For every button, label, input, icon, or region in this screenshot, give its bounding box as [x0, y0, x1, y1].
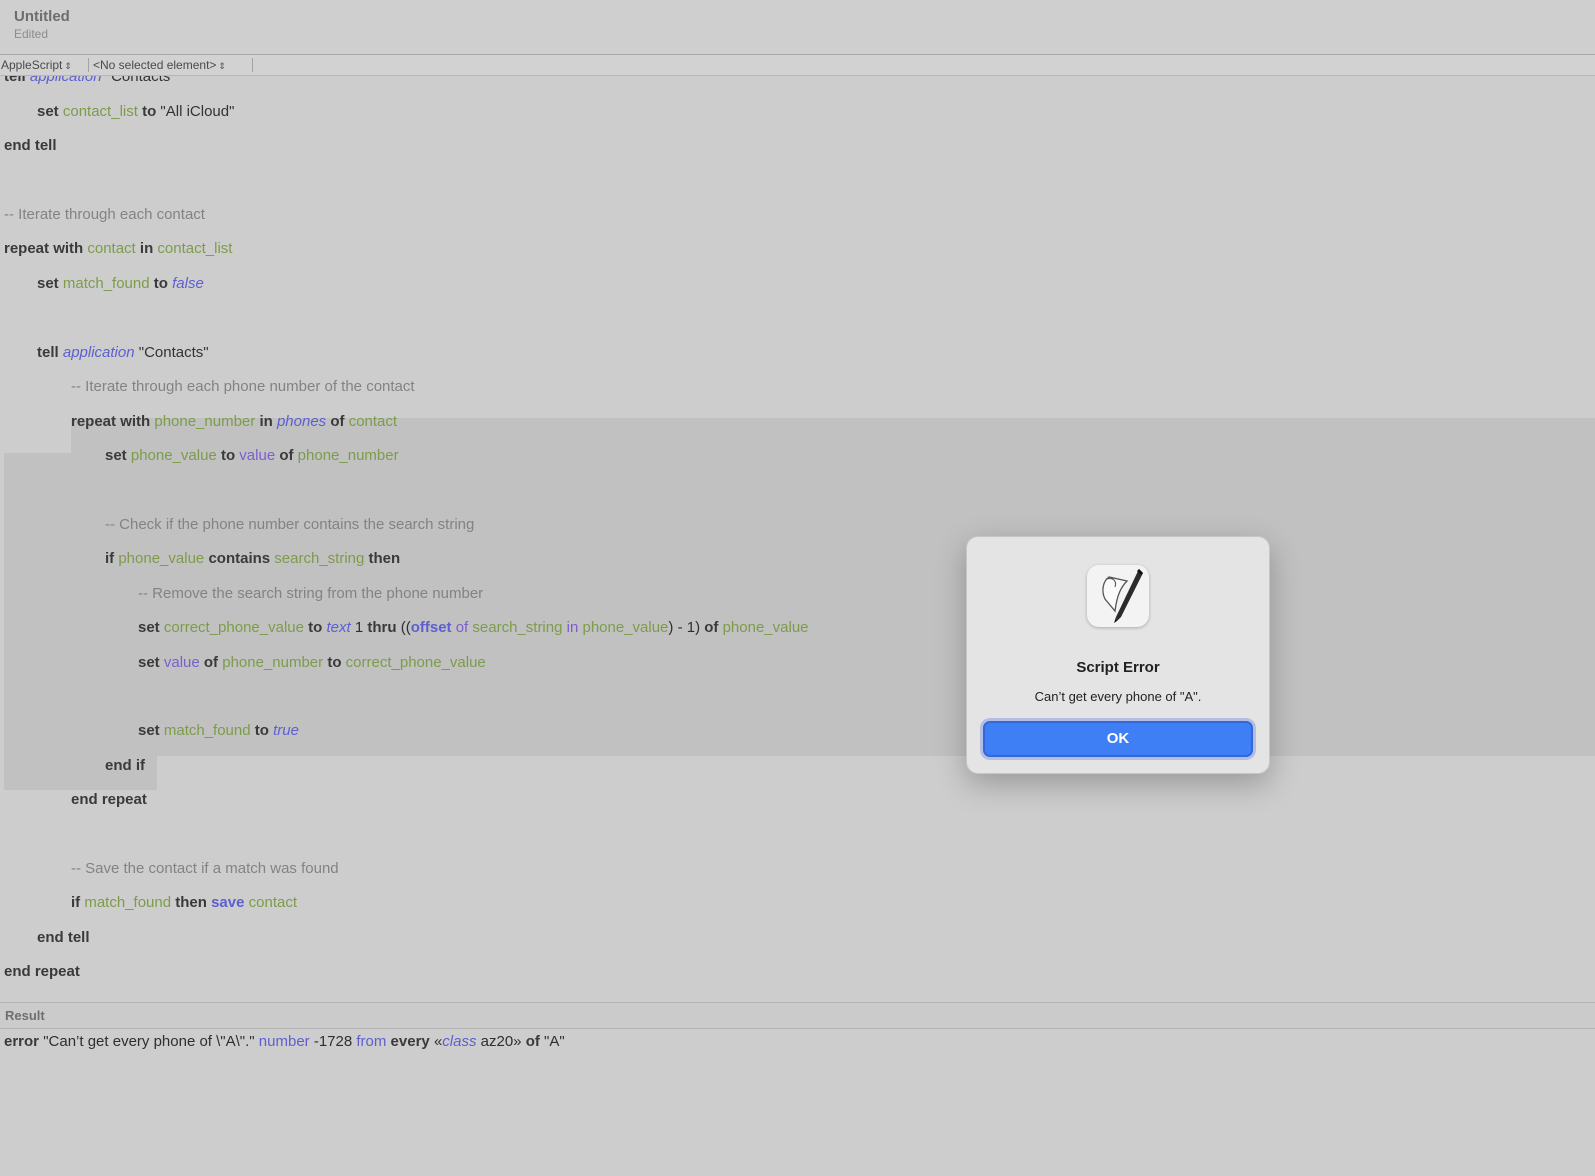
script-editor-icon: [1087, 565, 1149, 627]
dialog-message: Can’t get every phone of "A".: [1034, 689, 1202, 704]
chevron-updown-icon: ⇕: [218, 61, 226, 71]
ok-button[interactable]: OK: [983, 721, 1253, 757]
code-line[interactable]: if match_found then save contact: [71, 893, 297, 913]
nav-divider: [88, 58, 89, 72]
code-line[interactable]: set match_found to true: [138, 721, 299, 741]
code-line[interactable]: end repeat: [71, 790, 147, 810]
code-line[interactable]: tell application "Contacts": [4, 76, 176, 87]
language-label: AppleScript: [1, 58, 63, 72]
code-line[interactable]: end repeat: [4, 962, 80, 982]
code-line[interactable]: repeat with phone_number in phones of co…: [71, 412, 397, 432]
code-line[interactable]: end tell: [4, 136, 57, 156]
code-comment[interactable]: -- Remove the search string from the pho…: [138, 584, 483, 604]
code-line[interactable]: tell application "Contacts": [37, 343, 209, 363]
chevron-updown-icon: ⇕: [64, 61, 72, 71]
code-comment[interactable]: -- Iterate through each contact: [4, 205, 205, 225]
title-bar: Untitled Edited: [0, 0, 1595, 55]
result-tab[interactable]: Result: [5, 1008, 45, 1023]
code-line[interactable]: if phone_value contains search_string th…: [105, 549, 400, 569]
code-line[interactable]: end if: [105, 756, 145, 776]
script-editor[interactable]: tell application "Contacts" set contact_…: [0, 76, 1595, 1002]
code-comment[interactable]: -- Check if the phone number contains th…: [105, 515, 474, 535]
navigation-bar: AppleScript ⇕ <No selected element> ⇕: [0, 55, 1595, 76]
code-line[interactable]: end tell: [37, 928, 90, 948]
code-line[interactable]: set contact_list to "All iCloud": [37, 102, 234, 122]
code-line[interactable]: set value of phone_number to correct_pho…: [138, 653, 486, 673]
dialog-title: Script Error: [1076, 659, 1160, 676]
script-error-dialog: Script Error Can’t get every phone of "A…: [966, 536, 1270, 774]
document-title: Untitled: [14, 8, 70, 25]
result-pane[interactable]: error "Can’t get every phone of \"A\"." …: [0, 1029, 1595, 1176]
element-selector[interactable]: <No selected element> ⇕: [93, 58, 226, 72]
code-line[interactable]: set correct_phone_value to text 1 thru (…: [138, 618, 809, 638]
result-tab-bar: Result: [0, 1002, 1595, 1029]
code-comment[interactable]: -- Save the contact if a match was found: [71, 859, 339, 879]
result-text: error "Can’t get every phone of \"A\"." …: [4, 1033, 565, 1050]
code-line[interactable]: set match_found to false: [37, 274, 204, 294]
code-line[interactable]: repeat with contact in contact_list: [4, 239, 232, 259]
element-label: <No selected element>: [93, 58, 217, 72]
selection-gap: [4, 418, 71, 453]
code-comment[interactable]: -- Iterate through each phone number of …: [71, 377, 415, 397]
code-line[interactable]: set phone_value to value of phone_number: [105, 446, 399, 466]
nav-divider: [252, 58, 253, 72]
language-selector[interactable]: AppleScript ⇕: [1, 58, 72, 72]
document-status: Edited: [14, 27, 49, 41]
